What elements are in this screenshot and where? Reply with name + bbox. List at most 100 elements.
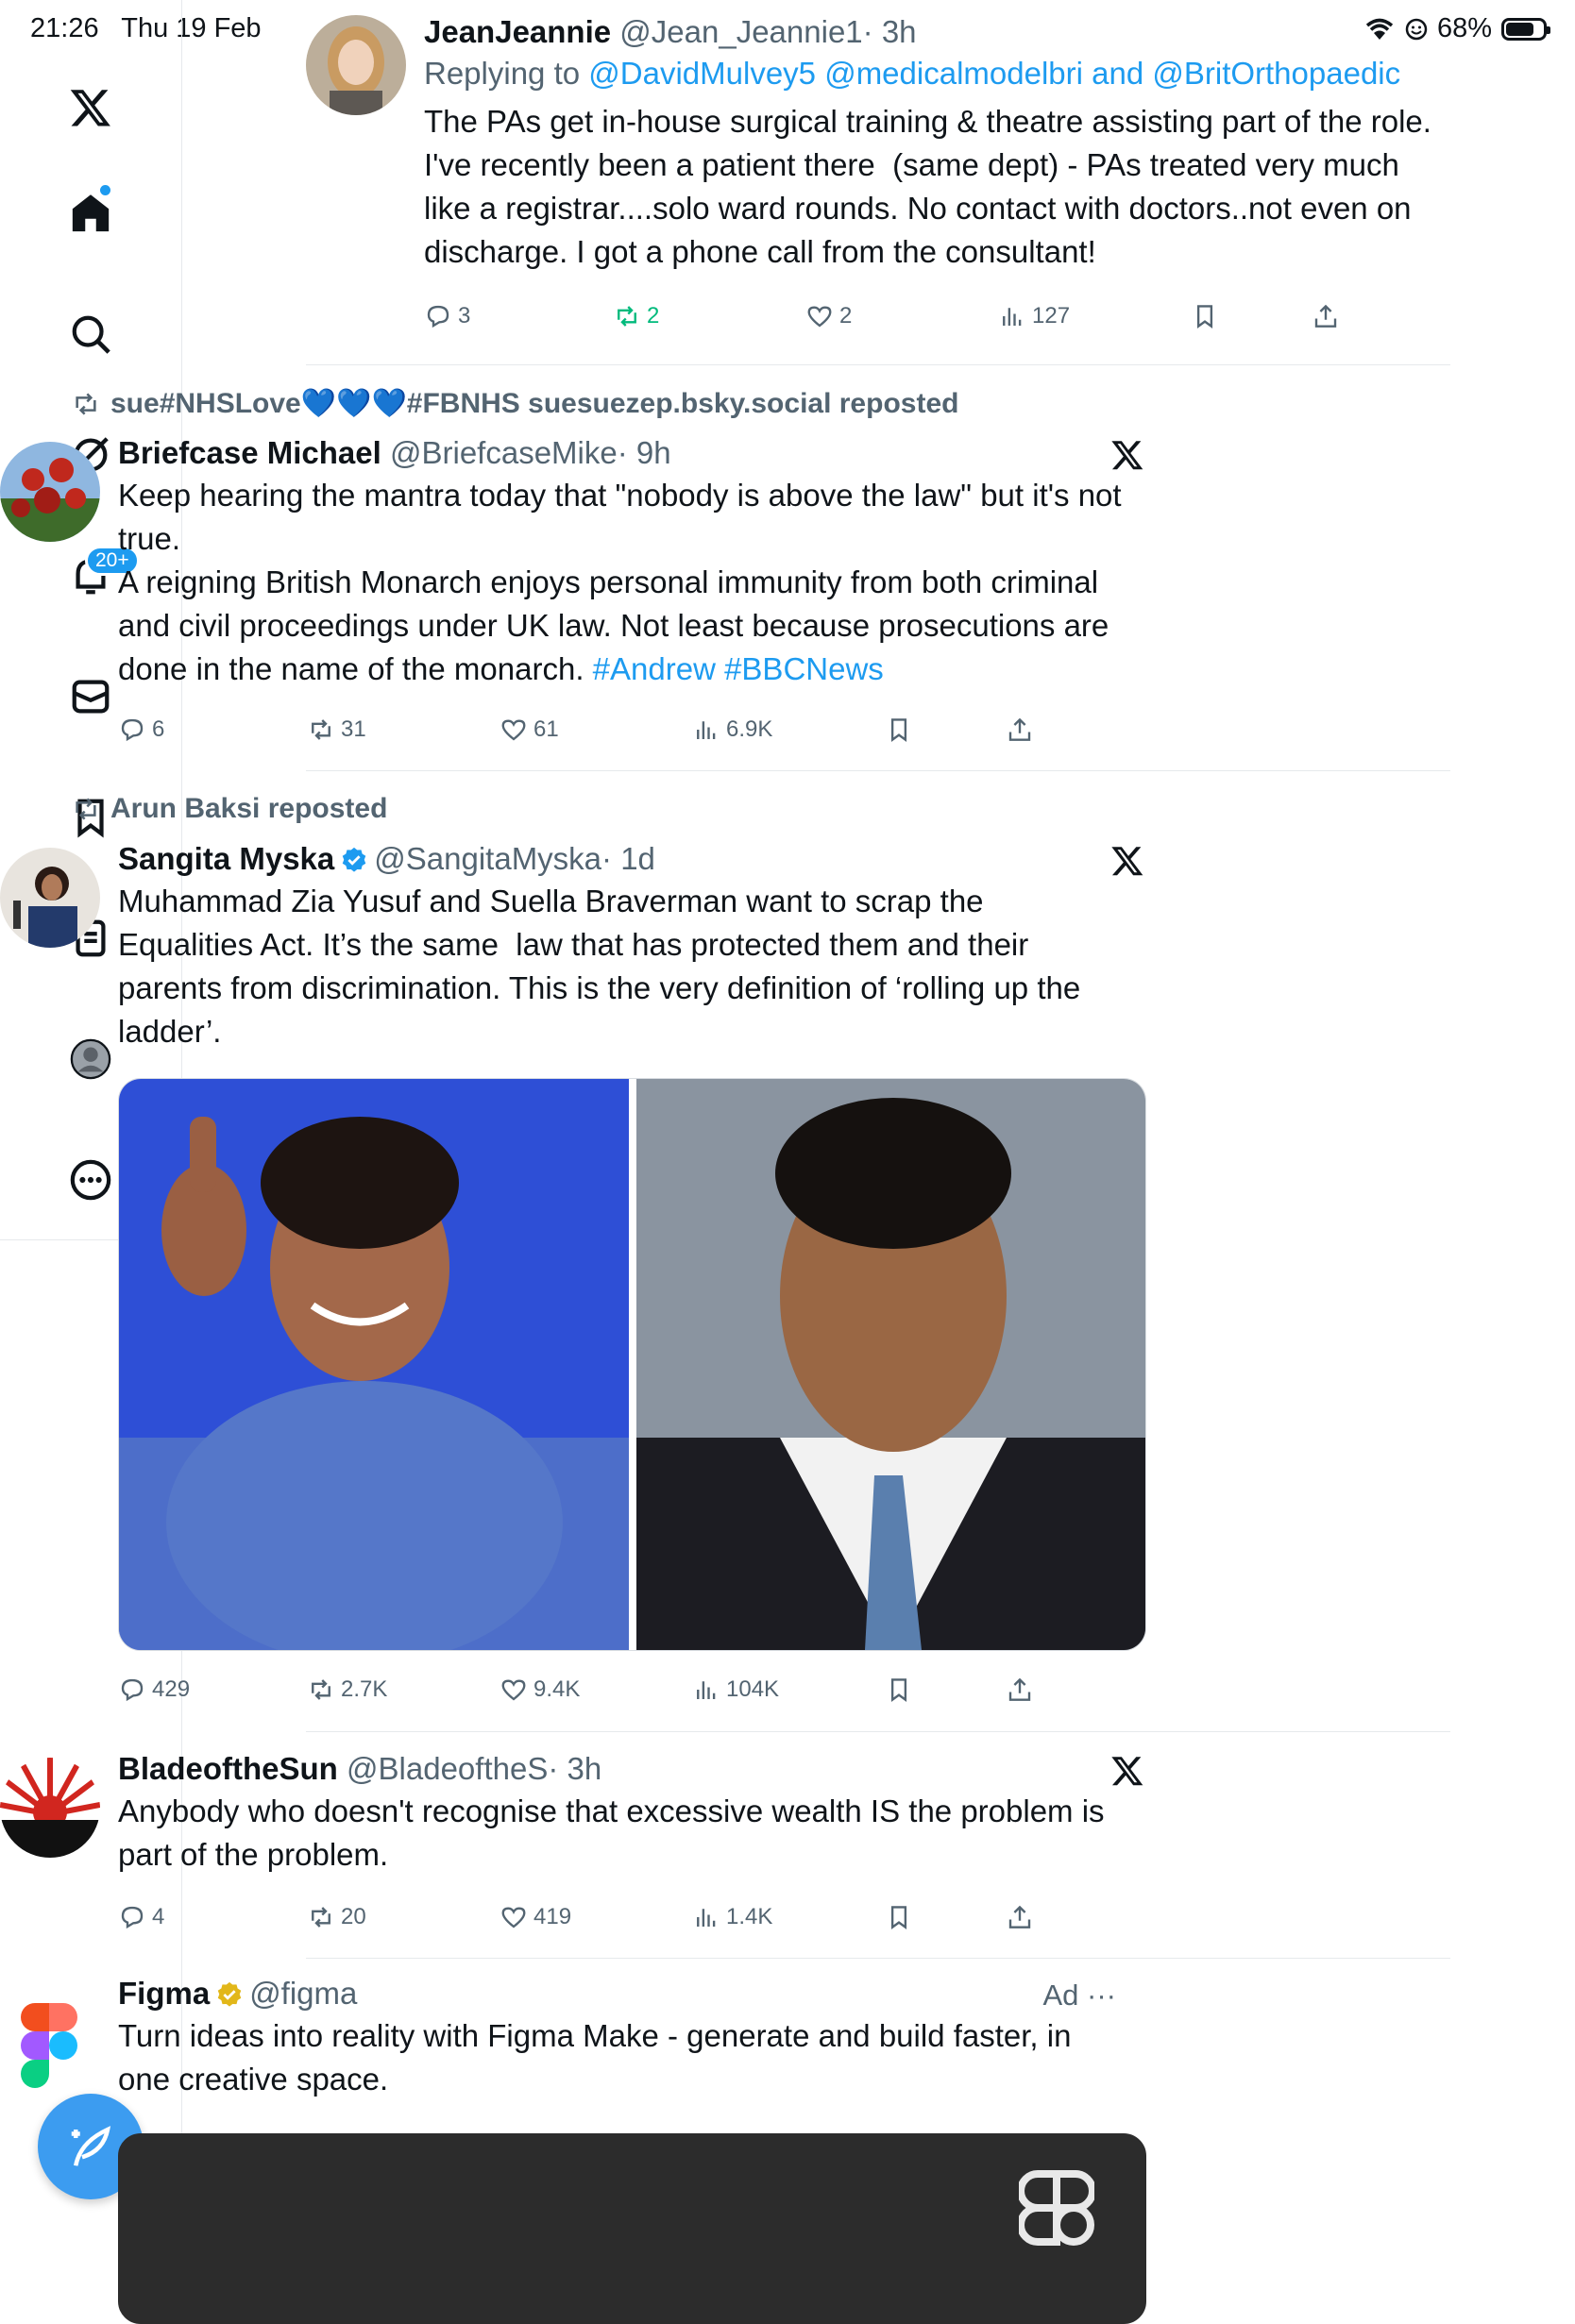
reply-label: Replying to [424,56,581,91]
repost-attribution[interactable]: Arun Baksi reposted [110,793,387,825]
avatar[interactable] [0,848,100,948]
view-count: 104K [726,1676,780,1702]
like-button[interactable]: 61 [500,716,559,744]
repost-icon [618,305,636,328]
avatar[interactable] [306,15,406,115]
author-handle[interactable]: @BladeoftheS [347,1751,548,1786]
repost-icon [312,1906,330,1928]
like-button[interactable]: 2 [805,302,852,330]
tweet-text: Muhammad Zia Yusuf and Suella Braverman … [118,884,1090,1049]
reply-button[interactable]: 3 [424,302,470,330]
search-icon[interactable] [53,296,128,372]
views-icon [1003,307,1022,328]
heart-icon [501,1907,526,1928]
like-count: 419 [533,1904,572,1929]
x-platform-icon [1111,441,1143,470]
views-button[interactable]: 127 [998,302,1070,330]
tweet-actions: 429 2.7K 9.4K 104K [118,1676,1031,1713]
author-name[interactable]: Briefcase Michael [118,435,381,470]
figma-logo[interactable] [21,2003,77,2088]
tweet-time: · 9h [617,435,671,470]
repost-icon [312,718,330,741]
repost-count: 31 [341,716,366,742]
tweet-bladeofthesun[interactable]: BladeoftheSun @BladeoftheS· 3h Anybody w… [0,1751,1144,1941]
repost-count: 2 [647,303,660,328]
tweet-media[interactable] [118,1078,1146,1651]
author-name[interactable]: Sangita Myska [118,841,334,876]
tweet-text: The PAs get in-house surgical training &… [424,104,1441,269]
share-icon [1008,1906,1031,1928]
share-icon [1314,305,1337,328]
home-icon[interactable] [53,176,128,251]
share-button[interactable] [1312,302,1340,330]
verified-gold-badge-icon [217,1981,242,2007]
reply-button[interactable]: 6 [118,716,164,744]
tweet-briefcase-michael[interactable]: sue#NHSLove💙💙💙#FBNHS suesuezep.bsky.soci… [0,387,1144,765]
repost-icon [312,1678,330,1701]
like-count: 9.4K [533,1676,581,1702]
view-count: 127 [1032,303,1071,328]
tweet-time: · 3h [862,14,917,49]
share-icon [1008,718,1031,741]
views-button[interactable]: 6.9K [692,716,772,744]
reply-count: 6 [152,716,165,742]
like-button[interactable]: 419 [500,1903,571,1931]
x-logo[interactable] [53,70,128,145]
tweet-divider [306,770,1450,771]
reply-context: Replying to @DavidMulvey5 @medicalmodelb… [424,53,1450,94]
share-button[interactable] [1006,1903,1034,1931]
author-handle[interactable]: @figma [249,1976,357,2011]
heart-icon [501,1679,526,1701]
share-button[interactable] [1006,716,1034,744]
bookmark-button[interactable] [1191,302,1219,330]
reply-button[interactable]: 429 [118,1676,190,1704]
repost-icon [76,392,96,415]
share-icon [1008,1678,1031,1701]
repost-button[interactable]: 2 [613,302,659,330]
views-button[interactable]: 104K [692,1676,779,1704]
bookmark-button[interactable] [885,716,913,744]
author-handle[interactable]: @BriefcaseMike [390,435,618,470]
bookmark-icon [1196,305,1213,328]
repost-button[interactable]: 31 [307,716,366,744]
repost-attribution[interactable]: sue#NHSLove💙💙💙#FBNHS suesuezep.bsky.soci… [110,387,958,420]
tweet-time: · 3h [548,1751,602,1786]
bookmark-button[interactable] [885,1676,913,1704]
author-name[interactable]: Figma [118,1976,210,2011]
reply-icon [121,1678,144,1701]
bookmark-button[interactable] [885,1903,913,1931]
tweet-text: Anybody who doesn't recognise that exces… [118,1794,1113,1872]
reply-mentions[interactable]: @DavidMulvey5 @medicalmodelbri and @Brit… [588,56,1400,91]
bookmark-icon [890,718,907,741]
reply-count: 429 [152,1676,191,1702]
reply-button[interactable]: 4 [118,1903,164,1931]
reply-icon [121,1906,144,1928]
like-button[interactable]: 9.4K [500,1676,580,1704]
tweet-sangita-myska[interactable]: Arun Baksi reposted Sangita Myska @Sangit… [0,793,1146,1702]
view-count: 6.9K [726,716,773,742]
tweet-divider [306,364,1450,365]
views-button[interactable]: 1.4K [692,1903,772,1931]
avatar[interactable] [0,442,100,542]
author-name[interactable]: BladeoftheSun [118,1751,338,1786]
tweet-figma-ad[interactable]: Ad ··· Figma @figma Turn ideas into reali… [0,1976,1146,2324]
author-name[interactable]: JeanJeannie [424,14,611,49]
author-handle[interactable]: @SangitaMyska [374,841,601,876]
ad-media[interactable] [118,2133,1146,2324]
tweet-jeanjeannie[interactable]: JeanJeannie @Jean_Jeannie1· 3h Replying … [306,11,1450,351]
author-handle[interactable]: @Jean_Jeannie1 [619,14,862,49]
tweet-actions: 4 20 419 1.4K [118,1903,1031,1941]
battery-icon [1501,17,1550,41]
figma-make-icon [1019,2170,1094,2246]
tweet-divider [306,1958,1450,1959]
avatar[interactable] [0,1758,100,1858]
reply-count: 3 [458,303,471,328]
tweet-actions: 3 2 2 127 [424,302,1337,340]
share-button[interactable] [1006,1676,1034,1704]
repost-button[interactable]: 20 [307,1903,366,1931]
repost-context: sue#NHSLove💙💙💙#FBNHS suesuezep.bsky.soci… [71,387,958,420]
repost-count: 2.7K [341,1676,388,1702]
repost-button[interactable]: 2.7K [307,1676,387,1704]
hashtags[interactable]: #Andrew #BBCNews [593,651,884,686]
repost-icon [76,798,96,820]
